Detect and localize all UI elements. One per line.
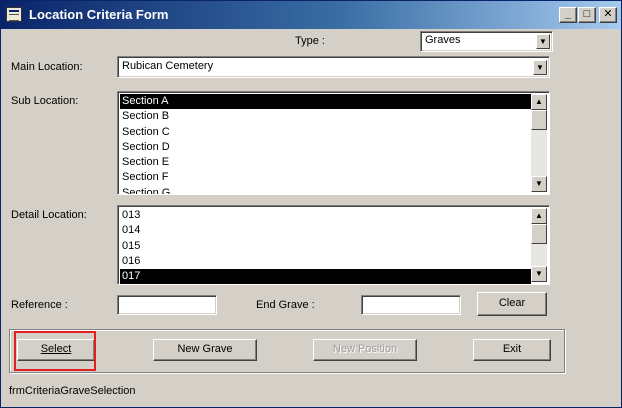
detail-location-items: 013 014 015 016 017 [120,208,531,284]
type-value: Graves [425,34,461,46]
chevron-down-icon: ▼ [535,269,543,278]
type-label: Type : [295,35,325,47]
detail-location-list[interactable]: 013 014 015 016 017 ▲ ▼ [117,205,550,285]
window-title: Location Criteria Form [29,7,169,22]
new-position-button[interactable]: New Position [313,339,417,361]
new-grave-button-label: New Grave [177,343,233,355]
scroll-thumb[interactable] [531,110,547,130]
close-button[interactable]: ✕ [599,7,617,23]
form-name-status: frmCriteriaGraveSelection [9,385,136,397]
chevron-down-icon: ▼ [539,37,547,46]
main-location-combo[interactable]: Rubican Cemetery ▼ [117,56,550,78]
list-item[interactable]: 017 [120,269,531,284]
reference-label: Reference : [11,299,68,311]
select-highlight-outline [14,331,96,371]
main-location-label: Main Location: [11,61,83,73]
list-item[interactable]: Section C [120,125,531,140]
maximize-button[interactable]: □ [578,7,596,23]
list-item[interactable]: Section G [120,186,531,194]
list-item[interactable]: Section A [120,94,531,110]
form-icon[interactable] [6,7,22,22]
sub-location-items: Section A Section B Section C Section D … [120,94,531,194]
end-grave-input[interactable] [361,295,461,315]
maximize-icon: □ [583,8,591,20]
type-combo[interactable]: Graves ▼ [420,31,553,52]
clear-button[interactable]: Clear [477,292,547,316]
exit-button[interactable]: Exit [473,339,551,361]
chevron-down-icon: ▼ [536,63,544,72]
scroll-thumb[interactable] [531,224,547,244]
location-criteria-window: Location Criteria Form _ □ ✕ Type : Grav… [0,0,622,408]
list-item[interactable]: 013 [120,208,531,223]
sub-location-label: Sub Location: [11,95,79,107]
reference-input[interactable] [117,295,217,315]
new-position-button-label: New Position [332,343,398,355]
scroll-up-button[interactable]: ▲ [531,94,547,110]
end-grave-label: End Grave : [256,299,315,311]
scroll-up-button[interactable]: ▲ [531,208,547,224]
list-item[interactable]: Section E [120,155,531,170]
exit-button-label: Exit [502,343,522,355]
list-item[interactable]: 016 [120,254,531,269]
main-location-dropdown-button[interactable]: ▼ [533,60,547,75]
scroll-down-button[interactable]: ▼ [531,176,547,192]
list-item[interactable]: Section B [120,109,531,124]
sub-location-scrollbar[interactable]: ▲ ▼ [531,94,547,192]
detail-location-label: Detail Location: [11,209,87,221]
chevron-up-icon: ▲ [535,211,543,220]
clear-button-label: Clear [498,297,526,309]
new-grave-button[interactable]: New Grave [153,339,257,361]
list-item[interactable]: Section F [120,170,531,185]
sub-location-list[interactable]: Section A Section B Section C Section D … [117,91,550,195]
list-item[interactable]: 015 [120,239,531,254]
type-dropdown-button[interactable]: ▼ [536,34,550,49]
minimize-icon: _ [564,8,572,20]
detail-location-scrollbar[interactable]: ▲ ▼ [531,208,547,282]
list-item[interactable]: Section D [120,140,531,155]
chevron-down-icon: ▼ [535,179,543,188]
list-item[interactable]: 014 [120,223,531,238]
minimize-button[interactable]: _ [559,7,577,23]
close-icon: ✕ [603,8,613,20]
chevron-up-icon: ▲ [535,97,543,106]
title-bar[interactable]: Location Criteria Form _ □ ✕ [1,1,621,29]
main-location-value: Rubican Cemetery [122,60,214,72]
scroll-down-button[interactable]: ▼ [531,266,547,282]
